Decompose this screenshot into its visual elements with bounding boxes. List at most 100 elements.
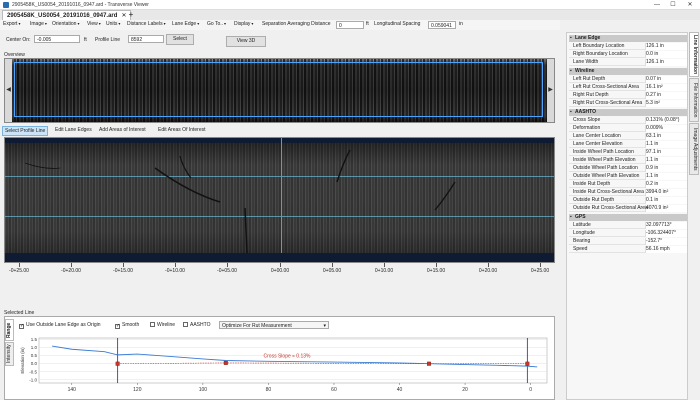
property-value: 0.1 in — [646, 197, 659, 203]
property-row[interactable]: Right Boundary Location 0.0 in — [569, 51, 687, 58]
selected-profile-line[interactable] — [281, 138, 282, 262]
property-name: Right Rut Cross-Sectional Area — [573, 100, 643, 106]
property-row[interactable]: Left Boundary Location 126.1 in — [569, 43, 687, 50]
smooth-checkbox[interactable]: ✓ Smooth — [115, 322, 139, 329]
menu-lane-edge[interactable]: Lane Edge▾ — [172, 21, 199, 27]
close-button[interactable]: ✕ — [683, 1, 697, 9]
menu-view[interactable]: View▾ — [87, 21, 101, 27]
view-3d-button[interactable]: View 3D — [226, 36, 266, 47]
property-row[interactable]: Inside Wheel Path Elevation 1.1 in — [569, 157, 687, 164]
wheel-path-point[interactable] — [525, 361, 530, 366]
property-row[interactable]: Left Rut Cross-Sectional Area 16.1 in² — [569, 84, 687, 91]
profile-line-input[interactable]: 8592 — [128, 35, 164, 43]
menu-orientation[interactable]: Orientation▾ — [52, 21, 79, 27]
ruler-tick — [488, 263, 489, 267]
plot-area[interactable] — [38, 337, 548, 384]
property-name: Cross Slope — [573, 117, 601, 123]
menu-go-to[interactable]: Go To..▾ — [207, 21, 226, 27]
property-value: 1.1 in — [646, 173, 659, 179]
property-value: 0.009% — [646, 125, 663, 131]
tab-line-information[interactable]: Line Information — [689, 32, 699, 77]
property-name: Deformation — [573, 125, 601, 131]
property-row[interactable]: Right Rut Depth 0.27 in — [569, 92, 687, 99]
property-row[interactable]: Lane Center Elevation 1.1 in — [569, 141, 687, 148]
transverse-image-viewer[interactable] — [4, 137, 555, 263]
wireline-checkbox[interactable]: Wireline — [150, 322, 175, 328]
property-name: Latitude — [573, 222, 591, 228]
edit-areas-of-interest-tool[interactable]: Edit Areas Of Interest — [156, 126, 208, 134]
menu-distance-labels[interactable]: Distance Labels▾ — [127, 21, 166, 27]
tab-label: 2905458K_US0054_20191016_0947.ard — [7, 13, 118, 19]
wheel-path-point[interactable] — [223, 360, 228, 365]
overview-panel[interactable]: ◀ ▶ — [4, 58, 555, 123]
property-row[interactable]: Outside Wheel Path Elevation 1.1 in — [569, 173, 687, 180]
menu-export[interactable]: Export▾ — [3, 21, 20, 27]
property-row[interactable]: Outside Rut Depth 0.1 in — [569, 197, 687, 204]
property-row[interactable]: Right Rut Cross-Sectional Area 5.3 in² — [569, 100, 687, 107]
scroll-left-icon[interactable]: ◀ — [5, 59, 12, 122]
property-row[interactable]: Lane Width 126.1 in — [569, 59, 687, 66]
overview-viewport-box[interactable] — [14, 62, 543, 117]
optimize-dropdown[interactable]: Optimize For Rut Measurement ▾ — [219, 321, 329, 329]
elevation-chart[interactable]: 1.5 1.0 0.5 0.0 -0.5 -1.0 140 120 100 80 60 40 20 0 El… — [17, 335, 553, 399]
tab-intensity[interactable]: Intensity — [5, 342, 14, 366]
aashto-checkbox[interactable]: AASHTO — [183, 322, 210, 328]
edit-lane-edges-tool[interactable]: Edit Lane Edges — [53, 126, 94, 134]
property-row[interactable]: Bearing -152.7° — [569, 238, 687, 245]
center-on-input[interactable]: -0.005 — [34, 35, 80, 43]
property-row[interactable]: Longitude -106.324407° — [569, 230, 687, 237]
sep-avg-input[interactable]: 0 — [336, 21, 364, 29]
y-tick-label: 0.5 — [31, 353, 38, 358]
property-value: 97.1 in — [646, 149, 662, 155]
wheel-path-point[interactable] — [427, 361, 431, 366]
center-bar: Center On: -0.005 ft Profile Line 8592 S… — [0, 32, 560, 50]
tab-range[interactable]: Range — [5, 319, 14, 341]
section-header[interactable]: GPS — [569, 214, 687, 221]
property-row[interactable]: Left Rut Depth 0.07 in — [569, 76, 687, 83]
tab-file[interactable]: 2905458K_US0054_20191016_0947.ard ✕ — [2, 10, 132, 20]
property-row[interactable]: Latitude 32.097713° — [569, 222, 687, 229]
section-header[interactable]: Lane Edge — [569, 35, 687, 42]
property-row[interactable]: Lane Center Location 63.1 in — [569, 133, 687, 140]
property-value: 126.1 in — [646, 43, 664, 49]
menu-image[interactable]: Image▾ — [30, 21, 47, 27]
property-value: 16.1 in² — [646, 84, 663, 90]
tab-image-adjustments[interactable]: Image Adjustments — [689, 123, 699, 175]
property-row[interactable]: Inside Rut Cross-Sectional Area 3994.0 in… — [569, 189, 687, 196]
tab-file-information[interactable]: File Information — [689, 78, 699, 122]
menu-units[interactable]: Units▾ — [106, 21, 120, 27]
property-value: 1.1 in — [646, 141, 659, 147]
long-spacing-input[interactable]: 0.059041 — [428, 21, 456, 29]
section-header[interactable]: Wireline — [569, 68, 687, 75]
wheel-path-point[interactable] — [115, 361, 120, 366]
menu-display[interactable]: Display▾ — [234, 21, 253, 27]
add-areas-of-interest-tool[interactable]: Add Areas of Interest — [97, 126, 148, 134]
select-button[interactable]: Select — [166, 34, 194, 45]
property-name: Left Rut Cross-Sectional Area — [573, 84, 639, 90]
property-name: Lane Width — [573, 59, 599, 65]
property-name: Inside Rut Cross-Sectional Area — [573, 189, 644, 195]
scroll-right-icon[interactable]: ▶ — [547, 59, 554, 122]
add-tab-button[interactable]: + — [126, 10, 136, 20]
property-row[interactable]: Outside Wheel Path Location 0.9 in — [569, 165, 687, 172]
property-value: 4070.9 in² — [646, 205, 669, 211]
ruler-label: 0+00.00 — [270, 268, 290, 274]
property-row[interactable]: Speed 56.16 mph — [569, 246, 687, 253]
select-profile-line-tool[interactable]: Select Profile Line — [2, 126, 49, 136]
property-row[interactable]: Cross Slope 0.131% (0.08°) — [569, 117, 687, 124]
use-outside-lane-edge-checkbox[interactable]: ✓ Use Outside Lane Edge as Origin — [19, 322, 101, 329]
property-name: Lane Center Elevation — [573, 141, 623, 147]
y-tick-label: -1.0 — [29, 377, 37, 382]
app-icon — [3, 2, 9, 8]
maximize-button[interactable]: ☐ — [666, 1, 680, 9]
line-information-panel: Lane EdgeLeft Boundary Location126.1 inR… — [566, 32, 688, 400]
property-row[interactable]: Inside Rut Depth 0.2 in — [569, 181, 687, 188]
sep-avg-unit: ft — [366, 21, 369, 27]
property-row[interactable]: Inside Wheel Path Location 97.1 in — [569, 149, 687, 156]
minimize-button[interactable]: — — [650, 1, 664, 9]
checkbox-checked-icon: ✓ — [19, 323, 25, 329]
property-row[interactable]: Outside Rut Cross-Sectional Area 4070.9 i… — [569, 205, 687, 212]
section-header[interactable]: AASHTO — [569, 109, 687, 116]
x-tick-label: 0 — [529, 387, 532, 393]
property-row[interactable]: Deformation 0.009% — [569, 125, 687, 132]
